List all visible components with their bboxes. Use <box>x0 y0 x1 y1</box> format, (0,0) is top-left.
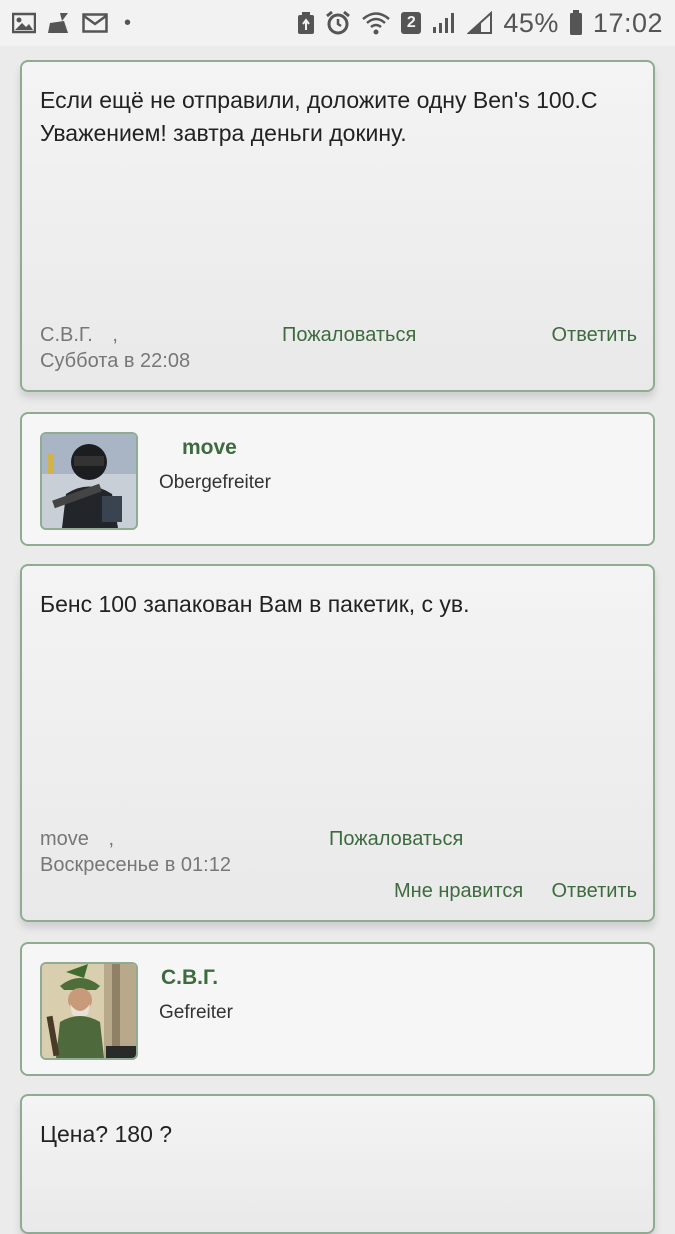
post-author: С.В.Г. , <box>40 324 118 347</box>
post-author-comma: , <box>108 828 115 850</box>
post-card: Если ещё не отправили, доложите одну Ben… <box>20 60 655 392</box>
post-author-name: С.В.Г. <box>40 324 93 346</box>
battery-icon <box>569 10 583 36</box>
status-bar-left: • <box>12 11 131 35</box>
wifi-icon <box>361 11 391 35</box>
post-text: Если ещё не отправили, доложите одну Ben… <box>40 87 598 146</box>
dot-icon: • <box>124 11 132 34</box>
author-rank: Gefreiter <box>159 1002 233 1023</box>
alarm-icon <box>325 10 351 36</box>
post-date: Суббота в 22:08 <box>40 350 191 372</box>
author-rank: Obergefreiter <box>159 472 271 493</box>
cleaner-icon <box>46 11 72 35</box>
signal-icon <box>467 11 493 35</box>
battery-percent: 45% <box>503 7 559 38</box>
post-date: Воскресенье в 01:12 <box>40 854 231 876</box>
avatar[interactable] <box>40 962 138 1060</box>
post-author-name: move <box>40 828 89 850</box>
status-bar: • 2 45% 17:02 <box>0 0 675 46</box>
author-name[interactable]: move <box>182 436 237 460</box>
clock: 17:02 <box>592 7 663 38</box>
reply-link[interactable]: Ответить <box>552 324 638 347</box>
gallery-icon <box>12 12 36 34</box>
sim-badge: 2 <box>401 12 422 34</box>
signal-icon <box>431 11 457 35</box>
avatar-soldier-image <box>42 434 136 528</box>
reply-link[interactable]: Ответить <box>552 880 638 903</box>
post-text: Бенс 100 запакован Вам в пакетик, с ув. <box>40 591 470 617</box>
like-link[interactable]: Мне нравится <box>394 880 523 903</box>
mail-icon <box>82 13 108 33</box>
report-link[interactable]: Пожаловаться <box>329 828 463 851</box>
post-card: Цена? 180 ? <box>20 1094 655 1234</box>
author-name[interactable]: С.В.Г. <box>161 966 218 990</box>
battery-saver-icon <box>297 11 315 35</box>
avatar[interactable] <box>40 432 138 530</box>
status-bar-right: 2 45% 17:02 <box>297 8 663 39</box>
report-link[interactable]: Пожаловаться <box>282 324 416 347</box>
post-author-comma: , <box>112 324 118 346</box>
author-card: move Obergefreiter <box>20 412 655 546</box>
post-card: Бенс 100 запакован Вам в пакетик, с ув. … <box>20 564 655 922</box>
post-author: move , <box>40 828 114 851</box>
avatar-hunter-image <box>42 964 136 1058</box>
author-card: С.В.Г. Gefreiter <box>20 942 655 1076</box>
post-text: Цена? 180 ? <box>40 1121 173 1147</box>
